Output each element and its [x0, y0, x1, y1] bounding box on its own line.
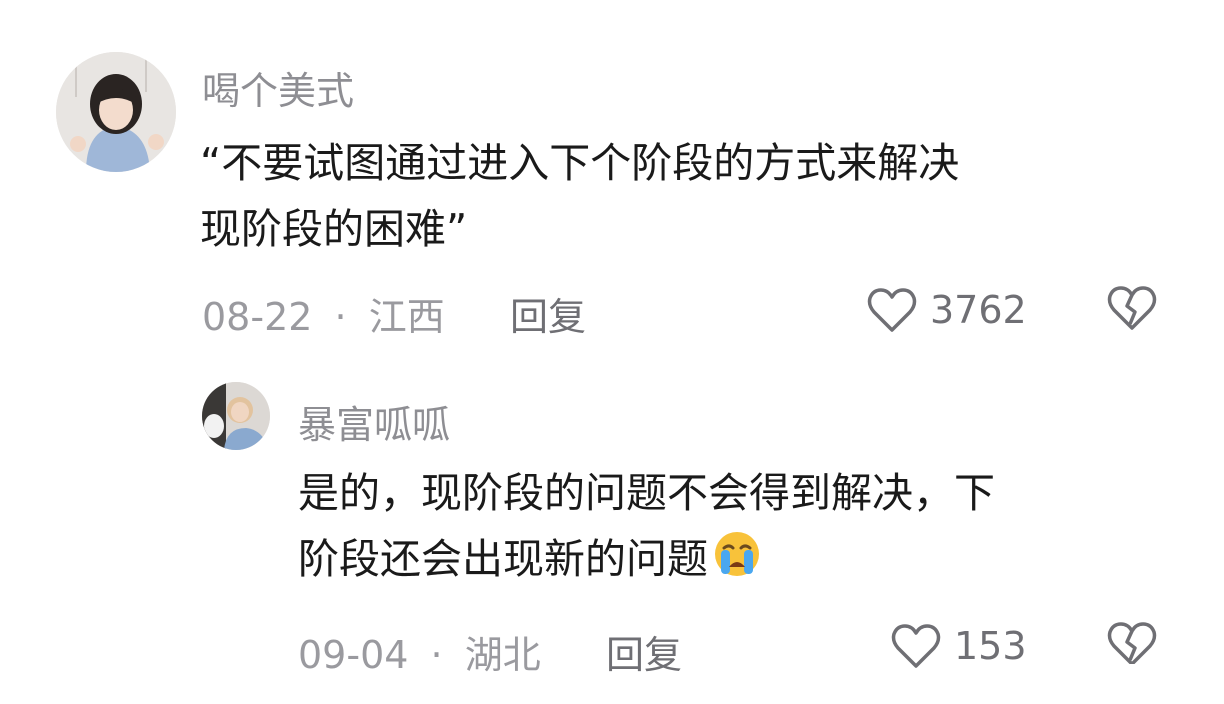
loudly-crying-face-icon — [712, 529, 762, 598]
watermark-fade — [984, 664, 1224, 704]
comment-text: “不要试图通过进入下个阶段的方式来解决 现阶段的困难” — [200, 130, 1180, 262]
username[interactable]: 喝个美式 — [202, 60, 354, 115]
comment-meta: 09-04 · 湖北 — [298, 624, 541, 679]
comment: 喝个美式 “不要试图通过进入下个阶段的方式来解决 现阶段的困难” 08-22 ·… — [0, 0, 1224, 350]
meta-separator: · — [430, 633, 443, 677]
comment-date: 09-04 — [298, 633, 409, 677]
comment-location: 江西 — [368, 295, 445, 339]
comment-line: 现阶段的困难” — [200, 205, 468, 253]
comment-date: 08-22 — [202, 295, 313, 339]
reply-comment: 暴富呱呱 是的，现阶段的问题不会得到解决，下 阶段还会出现新的问题 09-04 … — [0, 350, 1224, 704]
avatar-image — [56, 52, 176, 172]
avatar[interactable] — [202, 382, 270, 450]
comment-line: 阶段还会出现新的问题 — [298, 526, 1178, 598]
comment-line: 是的，现阶段的问题不会得到解决，下 — [298, 469, 995, 517]
avatar[interactable] — [56, 52, 176, 172]
comment-meta: 08-22 · 江西 — [202, 286, 445, 341]
like-count: 153 — [954, 624, 1027, 668]
broken-heart-icon — [1106, 286, 1158, 336]
comment-line: “不要试图通过进入下个阶段的方式来解决 — [200, 139, 960, 187]
dislike-button[interactable] — [1106, 284, 1158, 336]
reply-button[interactable]: 回复 — [510, 286, 586, 341]
avatar-image — [202, 382, 270, 450]
heart-icon — [890, 622, 942, 670]
comment-text: 是的，现阶段的问题不会得到解决，下 阶段还会出现新的问题 — [298, 460, 1178, 598]
like-button[interactable]: 3762 — [866, 284, 1027, 336]
username[interactable]: 暴富呱呱 — [298, 394, 450, 449]
meta-separator: · — [334, 295, 347, 339]
like-count: 3762 — [930, 288, 1027, 332]
comment-location: 湖北 — [464, 633, 541, 677]
reply-button[interactable]: 回复 — [606, 624, 682, 679]
heart-icon — [866, 286, 918, 334]
comment-line-text: 阶段还会出现新的问题 — [298, 535, 708, 583]
